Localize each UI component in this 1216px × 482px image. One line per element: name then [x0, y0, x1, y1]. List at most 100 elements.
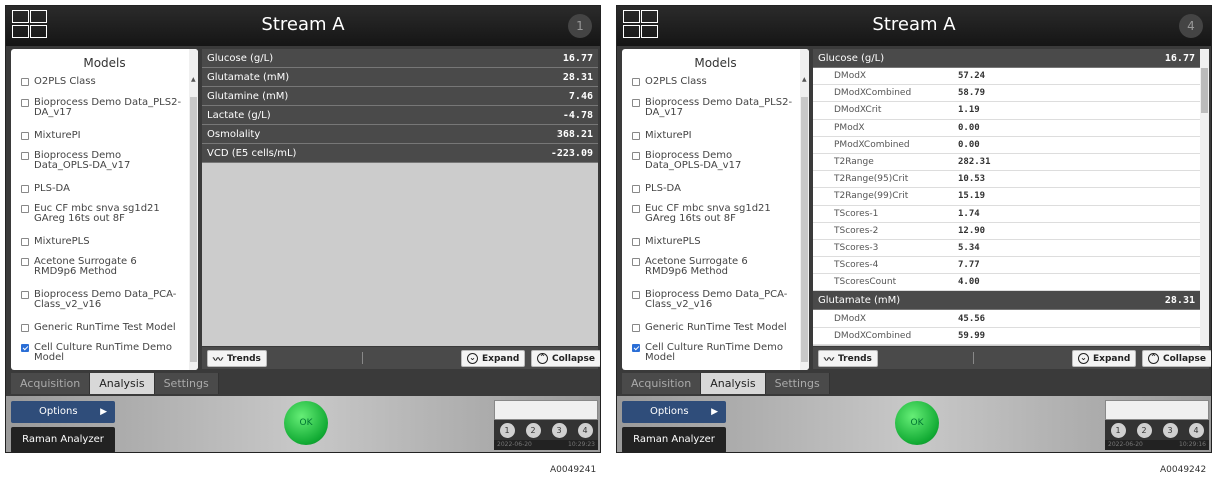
model-label: Bioprocess Demo Data_PCA-Class_v2_v16	[34, 289, 177, 310]
stream-indicator[interactable]: 4	[577, 422, 593, 438]
model-item[interactable]: PLS-DA	[11, 184, 198, 204]
tab-acquisition[interactable]: Acquisition	[11, 373, 91, 394]
model-checkbox[interactable]	[632, 99, 640, 107]
model-item[interactable]: Cell Culture RunTime Demo Model	[11, 343, 198, 370]
model-item[interactable]: O2PLS Class	[11, 77, 198, 98]
model-item[interactable]: Bioprocess Demo Data_OPLS-DA_v17	[11, 151, 198, 184]
model-checkbox[interactable]	[632, 152, 640, 160]
model-item[interactable]: Euc CF mbc snva sg1d21 GAreg 16ts out 8F	[11, 204, 198, 237]
tab-acquisition[interactable]: Acquisition	[622, 373, 702, 394]
expand-button[interactable]: ⌄ Expand	[1072, 350, 1137, 367]
model-label: Bioprocess Demo Data_PLS2-DA_v17	[645, 97, 793, 118]
model-item[interactable]: Bioprocess Demo Data_OPLS-DA_v17	[622, 151, 809, 184]
collapse-button[interactable]: ⌃ Collapse	[1142, 350, 1211, 367]
model-checkbox[interactable]	[632, 238, 640, 246]
model-checkbox[interactable]	[21, 205, 29, 213]
stream-indicator[interactable]: 1	[499, 422, 515, 438]
model-checkbox[interactable]	[21, 132, 29, 140]
model-checkbox-checked[interactable]	[632, 344, 640, 352]
result-value: 28.31	[1164, 294, 1195, 306]
scrollbar-thumb[interactable]	[1201, 68, 1208, 113]
options-label: Options	[39, 406, 78, 417]
model-checkbox[interactable]	[632, 205, 640, 213]
result-row[interactable]: Osmolality 368.21	[202, 125, 598, 144]
result-row[interactable]: Glutamate (mM) 28.31	[813, 291, 1209, 311]
detail-name: DModXCrit	[834, 105, 882, 116]
model-item[interactable]: Acetone Surrogate 6 RMD9p6 Method	[11, 257, 198, 290]
raman-analyzer-button[interactable]: Raman Analyzer	[11, 427, 115, 452]
raman-analyzer-button[interactable]: Raman Analyzer	[622, 427, 726, 452]
model-checkbox-checked[interactable]	[21, 344, 29, 352]
results-scrollbar[interactable]	[1200, 49, 1209, 346]
model-item[interactable]: MixturePI	[622, 131, 809, 151]
result-row[interactable]: VCD (E5 cells/mL) -223.09	[202, 144, 598, 163]
model-item[interactable]: Generic RunTime Test Model	[11, 323, 198, 343]
model-item[interactable]: MixturePLS	[11, 237, 198, 257]
left-screen: Stream A 1 Models O2PLS Class Bioprocess…	[5, 5, 601, 453]
model-item[interactable]: Bioprocess Demo Data_PLS2-DA_v17	[622, 98, 809, 131]
stream-indicator[interactable]: 1	[1110, 422, 1126, 438]
models-scrollbar[interactable]: ▲	[800, 49, 809, 370]
model-checkbox[interactable]	[21, 238, 29, 246]
models-panel: Models O2PLS Class Bioprocess Demo Data_…	[622, 49, 809, 370]
trends-button[interactable]: 〰 Trends	[207, 350, 267, 367]
tab-settings[interactable]: Settings	[154, 373, 219, 394]
stream-indicator[interactable]: 4	[1188, 422, 1204, 438]
expand-button[interactable]: ⌄ Expand	[461, 350, 526, 367]
model-item[interactable]: Bioprocess Demo Data_PLS2-DA_v17	[11, 98, 198, 131]
result-row[interactable]: Glucose (g/L) 16.77	[813, 49, 1209, 68]
trends-button[interactable]: 〰 Trends	[818, 350, 878, 367]
model-checkbox[interactable]	[21, 291, 29, 299]
model-label: Acetone Surrogate 6 RMD9p6 Method	[34, 256, 137, 277]
stream-indicator[interactable]: 2	[525, 422, 541, 438]
model-checkbox[interactable]	[632, 185, 640, 193]
tab-settings[interactable]: Settings	[765, 373, 830, 394]
model-item[interactable]: Cell Culture RunTime Demo Model	[622, 343, 809, 370]
model-checkbox[interactable]	[632, 324, 640, 332]
result-row[interactable]: Glutamate (mM) 28.31	[202, 68, 598, 87]
options-button[interactable]: Options ▶	[622, 401, 726, 423]
scroll-up-icon[interactable]: ▲	[802, 76, 807, 83]
result-row[interactable]: Glucose (g/L) 16.77	[202, 49, 598, 68]
model-checkbox[interactable]	[632, 291, 640, 299]
date-text: 2022-06-20	[497, 441, 532, 448]
ok-status-button[interactable]: OK	[895, 401, 939, 445]
model-item[interactable]: Generic RunTime Test Model	[622, 323, 809, 343]
model-checkbox[interactable]	[21, 78, 29, 86]
scrollbar-thumb[interactable]	[801, 97, 808, 362]
stream-indicator[interactable]: 3	[551, 422, 567, 438]
tab-analysis[interactable]: Analysis	[701, 373, 766, 394]
model-checkbox[interactable]	[632, 132, 640, 140]
scroll-up-icon[interactable]: ▲	[191, 76, 196, 83]
model-checkbox[interactable]	[632, 78, 640, 86]
model-item[interactable]: Bioprocess Demo Data_PCA-Class_v2_v16	[622, 290, 809, 323]
scrollbar-thumb[interactable]	[190, 97, 197, 362]
model-checkbox[interactable]	[21, 152, 29, 160]
model-checkbox[interactable]	[21, 185, 29, 193]
model-item[interactable]: O2PLS Class	[622, 77, 809, 98]
model-checkbox[interactable]	[21, 258, 29, 266]
result-row[interactable]: Lactate (g/L) -4.78	[202, 106, 598, 125]
ok-status-button[interactable]: OK	[284, 401, 328, 445]
detail-name: TScores-1	[834, 208, 879, 219]
results-panel-expanded: Glucose (g/L) 16.77 DModX 57.24 DModXCombi…	[813, 49, 1209, 346]
model-checkbox[interactable]	[21, 324, 29, 332]
model-checkbox[interactable]	[632, 258, 640, 266]
options-button[interactable]: Options ▶	[11, 401, 115, 423]
detail-row: T2Range(95)Crit 10.53	[813, 171, 1209, 189]
result-name: Glucose (g/L)	[818, 52, 885, 64]
model-item[interactable]: MixturePLS	[622, 237, 809, 257]
stream-indicator[interactable]: 3	[1162, 422, 1178, 438]
stream-indicator[interactable]: 2	[1136, 422, 1152, 438]
tab-analysis[interactable]: Analysis	[90, 373, 155, 394]
model-item[interactable]: Euc CF mbc snva sg1d21 GAreg 16ts out 8F	[622, 204, 809, 237]
model-checkbox[interactable]	[21, 99, 29, 107]
model-item[interactable]: PLS-DA	[622, 184, 809, 204]
arrow-right-icon: ▶	[711, 407, 718, 417]
model-item[interactable]: Bioprocess Demo Data_PCA-Class_v2_v16	[11, 290, 198, 323]
model-item[interactable]: Acetone Surrogate 6 RMD9p6 Method	[622, 257, 809, 290]
model-item[interactable]: MixturePI	[11, 131, 198, 151]
models-scrollbar[interactable]: ▲	[189, 49, 198, 370]
collapse-button[interactable]: ⌃ Collapse	[531, 350, 600, 367]
result-row[interactable]: Glutamine (mM) 7.46	[202, 87, 598, 106]
